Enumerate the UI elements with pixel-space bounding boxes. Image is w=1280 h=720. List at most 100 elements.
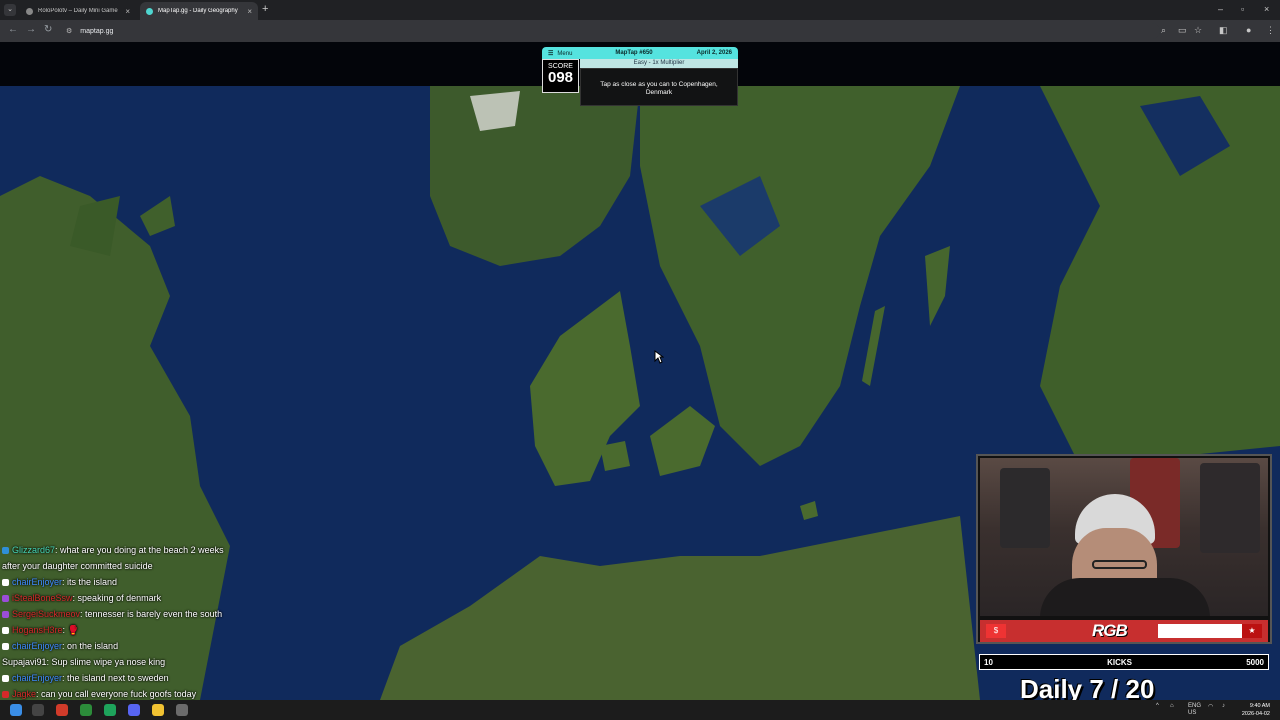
zoom-icon[interactable]: ⌕ bbox=[1161, 25, 1166, 36]
app-icon[interactable] bbox=[104, 704, 116, 716]
chat-message: Glizzard67: what are you doing at the be… bbox=[0, 542, 240, 574]
profile-avatar[interactable]: ● bbox=[1246, 25, 1251, 35]
chat-username[interactable]: iStealBoneSsw bbox=[12, 593, 73, 603]
chat-message: Supajavi91: Sup slime wipe ya nose king bbox=[0, 654, 240, 670]
maximize-icon[interactable]: ▫ bbox=[1241, 4, 1244, 14]
minimize-icon[interactable]: – bbox=[1218, 4, 1223, 14]
chat-username[interactable]: chairEnjoyer bbox=[12, 673, 62, 683]
chat-username[interactable]: Glizzard67 bbox=[12, 545, 55, 555]
chat-message: chairEnjoyer: the island next to sweden bbox=[0, 670, 240, 686]
chat-message: Jagke: can you call everyone fuck goofs … bbox=[0, 686, 240, 700]
chat-badge-icon bbox=[2, 675, 9, 683]
tab-search-button[interactable]: ⌄ bbox=[4, 4, 16, 16]
chat-username[interactable]: HogansH3re bbox=[12, 625, 63, 635]
wifi-icon[interactable]: ◠ bbox=[1208, 703, 1213, 710]
difficulty-label: Easy - 1x Multiplier bbox=[580, 59, 738, 68]
tab-favicon bbox=[146, 7, 153, 15]
chat-text: : its the island bbox=[62, 577, 118, 587]
game-date: April 2, 2026 bbox=[696, 50, 732, 56]
chat-message: chairEnjoyer: its the island bbox=[0, 574, 240, 590]
tab-favicon bbox=[26, 7, 33, 15]
chat-text: : on the island bbox=[62, 641, 119, 651]
stream-chat: Glizzard67: what are you doing at the be… bbox=[0, 542, 240, 700]
back-icon[interactable]: ← bbox=[8, 24, 18, 35]
chat-badge-icon bbox=[2, 627, 9, 635]
app-icon[interactable] bbox=[80, 704, 92, 716]
chat-message: HogansH3re: 🥊 bbox=[0, 622, 240, 638]
search-icon[interactable] bbox=[32, 704, 44, 716]
extensions-icon[interactable]: ◧ bbox=[1219, 25, 1228, 36]
score-box: SCORE 098 bbox=[542, 59, 579, 93]
windows-taskbar: ^ ⌂ ENG US ◠ ♪ 9:40 AM 2026-04-02 bbox=[0, 700, 1280, 720]
webcam-video bbox=[980, 458, 1268, 616]
system-clock[interactable]: 9:40 AM 2026-04-02 bbox=[1242, 702, 1270, 718]
target-prompt: Tap as close as you can to Copenhagen, D… bbox=[580, 68, 738, 106]
browser-tab-bar: ⌄ RoloPolotv – Daily Mini Game × MapTap.… bbox=[0, 0, 1280, 20]
volume-icon[interactable]: ♪ bbox=[1222, 703, 1225, 709]
menu-label: Menu bbox=[557, 50, 573, 57]
chat-badge-icon bbox=[2, 691, 9, 699]
site-info-icon[interactable]: ⚙ bbox=[66, 27, 72, 35]
chat-username[interactable]: chairEnjoyer bbox=[12, 577, 62, 587]
app-icon[interactable] bbox=[176, 704, 188, 716]
chat-text: : tennesser is barely even the south bbox=[80, 609, 223, 619]
chat-badge-icon bbox=[2, 547, 9, 555]
chat-username[interactable]: Jagke bbox=[12, 689, 36, 699]
tray-chevron-icon[interactable]: ^ bbox=[1156, 703, 1159, 709]
tab-title: MapTap.gg - Daily Geography bbox=[158, 8, 238, 14]
chat-badge-icon bbox=[2, 611, 9, 619]
game-number: MapTap #650 bbox=[615, 50, 653, 56]
forward-icon[interactable]: → bbox=[26, 24, 36, 35]
menu-icon: ☰ bbox=[548, 50, 554, 57]
cast-icon[interactable]: ▭ bbox=[1178, 25, 1187, 36]
chat-text: : Sup slime wipe ya nose king bbox=[46, 657, 166, 667]
channel-logo: RGB bbox=[1092, 621, 1128, 640]
game-hud: ☰ Menu MapTap #650 April 2, 2026 SCORE 09… bbox=[542, 47, 738, 106]
chat-text: : speaking of denmark bbox=[72, 593, 162, 603]
bookmark-star-icon[interactable]: ☆ bbox=[1194, 25, 1202, 36]
webcam-banner: $ RGB ★ bbox=[980, 620, 1268, 642]
close-window-icon[interactable]: × bbox=[1264, 4, 1269, 14]
chat-badge-icon bbox=[2, 595, 9, 603]
daily-progress: Daily 7 / 20 bbox=[1020, 674, 1155, 700]
chat-username[interactable]: Supajavi91 bbox=[2, 657, 47, 667]
start-icon[interactable] bbox=[10, 704, 22, 716]
chat-username[interactable]: chairEnjoyer bbox=[12, 641, 62, 651]
dollar-icon: $ bbox=[986, 624, 1006, 638]
close-icon[interactable]: × bbox=[125, 7, 130, 16]
menu-button[interactable]: ☰ Menu bbox=[542, 50, 590, 57]
chat-text: : the island next to sweden bbox=[62, 673, 169, 683]
browser-menu-icon[interactable]: ⋮ bbox=[1266, 25, 1275, 36]
network-icon[interactable]: ⌂ bbox=[1170, 703, 1174, 709]
clock-time: 9:40 AM bbox=[1249, 703, 1270, 709]
banner-white-strip bbox=[1158, 624, 1244, 638]
goal-target: 5000 bbox=[1246, 657, 1264, 667]
chat-text: : can you call everyone fuck goofs today bbox=[36, 689, 197, 699]
close-icon[interactable]: × bbox=[247, 7, 252, 16]
chat-message: iStealBoneSsw: speaking of denmark bbox=[0, 590, 240, 606]
app-icon[interactable] bbox=[152, 704, 164, 716]
hud-header: ☰ Menu MapTap #650 April 2, 2026 bbox=[542, 47, 738, 59]
chat-badge-icon bbox=[2, 643, 9, 651]
address-bar-row: ← → ↻ ⚙ maptap.gg ⌕ ▭ ☆ ◧ ● ⋮ bbox=[0, 20, 1280, 42]
chat-message: SergeiSuckmeov: tennesser is barely even… bbox=[0, 606, 240, 622]
score-value: 098 bbox=[547, 69, 574, 86]
chat-username[interactable]: SergeiSuckmeov bbox=[12, 609, 80, 619]
tab-title: RoloPolotv – Daily Mini Game bbox=[38, 8, 118, 14]
mouse-cursor-icon bbox=[654, 350, 664, 364]
locale-indicator[interactable]: ENG US bbox=[1188, 703, 1202, 717]
chat-text: : 🥊 bbox=[62, 625, 79, 635]
goal-current: 10 bbox=[984, 657, 993, 667]
star-icon: ★ bbox=[1242, 624, 1262, 638]
clock-date: 2026-04-02 bbox=[1241, 711, 1270, 717]
app-icon[interactable] bbox=[128, 704, 140, 716]
new-tab-button[interactable]: + bbox=[262, 3, 268, 15]
webcam-frame: $ RGB ★ bbox=[976, 454, 1272, 644]
app-icon[interactable] bbox=[56, 704, 68, 716]
browser-tab-rolopolo[interactable]: RoloPolotv – Daily Mini Game × bbox=[20, 2, 136, 20]
browser-tab-maptap[interactable]: MapTap.gg - Daily Geography × bbox=[140, 2, 258, 20]
chat-message: chairEnjoyer: on the island bbox=[0, 638, 240, 654]
kicks-goal-bar: 10 KICKS 5000 bbox=[979, 654, 1269, 670]
reload-icon[interactable]: ↻ bbox=[44, 24, 52, 35]
url-field[interactable]: ⚙ maptap.gg bbox=[60, 23, 1160, 39]
